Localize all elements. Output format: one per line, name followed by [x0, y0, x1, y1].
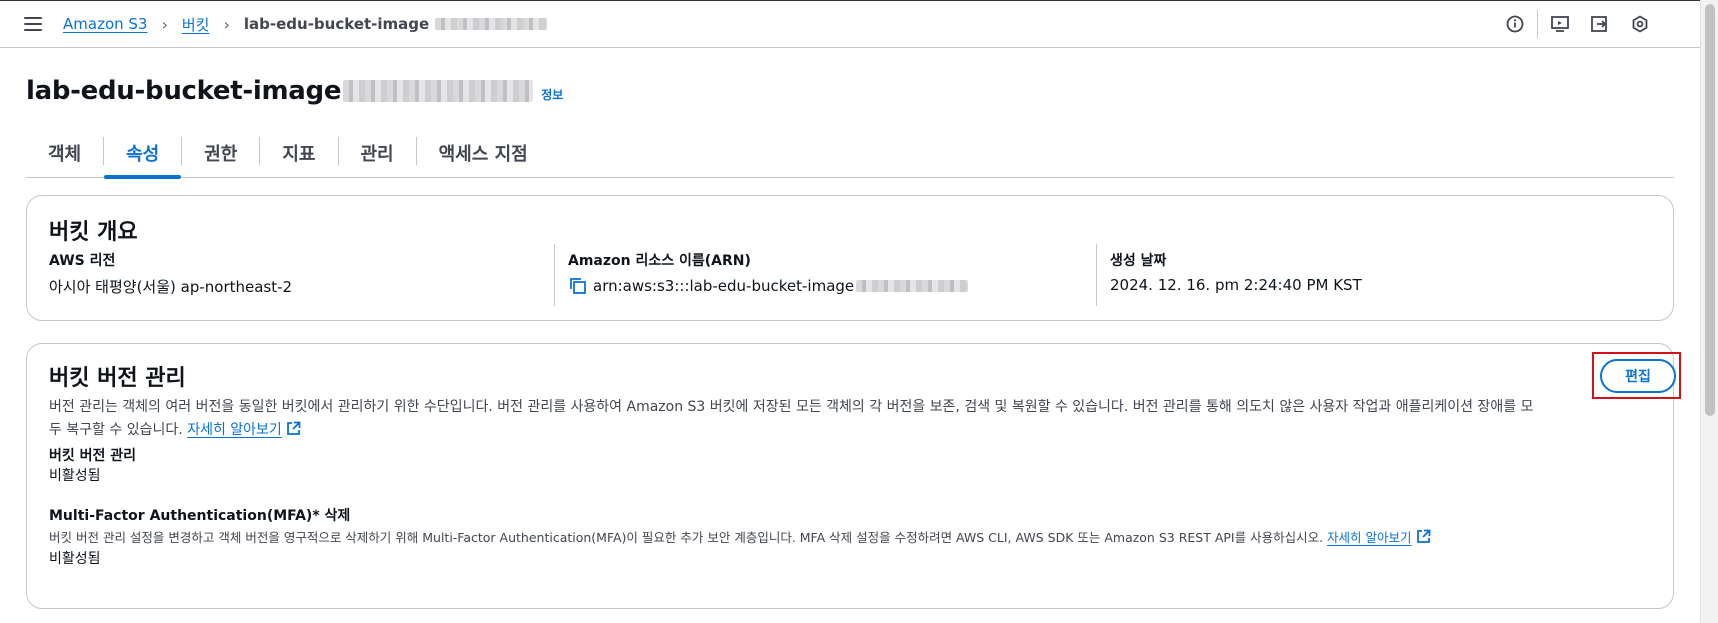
arn-value: arn:aws:s3:::lab-edu-bucket-image: [593, 277, 855, 295]
external-link-icon: [1416, 529, 1430, 543]
menu-icon[interactable]: [24, 17, 42, 31]
tab-bar: 객체 속성 권한 지표 관리 액세스 지점: [26, 130, 1674, 179]
external-link-icon: [286, 421, 301, 435]
breadcrumb-amazon-s3[interactable]: Amazon S3: [63, 15, 147, 33]
breadcrumb: Amazon S3 › 버킷 › lab-edu-bucket-image: [63, 0, 548, 48]
bucket-versioning-card: 버킷 버전 관리 편집 버전 관리는 객체의 여러 버전을 동일한 버킷에서 관…: [26, 343, 1681, 609]
info-icon[interactable]: [1495, 0, 1535, 48]
mfa-delete-description: 버킷 버전 관리 설정을 변경하고 객체 버전을 영구적으로 삭제하기 위해 M…: [49, 527, 1431, 546]
created-column: 생성 날짜 2024. 12. 16. pm 2:24:40 PM KST: [1110, 244, 1362, 306]
created-value: 2024. 12. 16. pm 2:24:40 PM KST: [1110, 276, 1362, 294]
region-value: 아시아 태평양(서울) ap-northeast-2: [49, 278, 293, 296]
redacted-text: [435, 18, 548, 30]
page-header: lab-edu-bucket-image 정보: [26, 76, 563, 106]
top-navigation-bar: Amazon S3 › 버킷 › lab-edu-bucket-image: [0, 0, 1700, 48]
tab-management[interactable]: 관리: [339, 130, 416, 178]
page-title: lab-edu-bucket-image: [26, 76, 342, 106]
versioning-status-value: 비활성됨: [49, 468, 101, 484]
column-divider: [1096, 244, 1097, 306]
mfa-learn-more-link[interactable]: 자세히 알아보기: [1327, 530, 1411, 545]
bucket-overview-title: 버킷 개요: [49, 220, 138, 245]
vertical-scrollbar[interactable]: [1700, 0, 1718, 623]
tab-objects[interactable]: 객체: [26, 130, 103, 178]
redacted-text: [856, 280, 969, 292]
mfa-delete-description-text: 버킷 버전 관리 설정을 변경하고 객체 버전을 영구적으로 삭제하기 위해 M…: [49, 530, 1324, 545]
created-label: 생성 날짜: [1110, 253, 1167, 269]
tab-permissions[interactable]: 권한: [182, 130, 259, 178]
tab-access-points[interactable]: 액세스 지점: [417, 130, 550, 178]
mfa-delete-label: Multi-Factor Authentication(MFA)* 삭제: [49, 508, 351, 524]
arn-label: Amazon 리소스 이름(ARN): [568, 253, 751, 269]
column-divider: [554, 244, 555, 306]
scrollbar-thumb[interactable]: [1705, 4, 1715, 416]
bucket-versioning-title: 버킷 버전 관리: [49, 366, 186, 391]
region-column: AWS 리전 아시아 태평양(서울) ap-northeast-2: [49, 244, 292, 306]
chevron-right-icon: ›: [161, 14, 168, 34]
redacted-text: [343, 80, 534, 102]
breadcrumb-buckets[interactable]: 버킷: [182, 14, 210, 35]
screen-share-icon[interactable]: [1540, 0, 1580, 48]
arn-value-row: arn:aws:s3:::lab-edu-bucket-image: [568, 276, 969, 296]
copy-icon[interactable]: [568, 276, 588, 296]
versioning-description-text: 버전 관리는 객체의 여러 버전을 동일한 버킷에서 관리하기 위한 수단입니다…: [49, 399, 1534, 415]
chevron-right-icon: ›: [223, 14, 230, 34]
versioning-status-label: 버킷 버전 관리: [49, 448, 137, 464]
settings-hex-icon[interactable]: [1620, 0, 1660, 48]
tab-properties[interactable]: 속성: [104, 130, 182, 179]
breadcrumb-current-bucket: lab-edu-bucket-image: [243, 15, 430, 33]
edit-button[interactable]: 편집: [1600, 359, 1676, 393]
toolbar-divider: [1537, 10, 1538, 38]
region-label: AWS 리전: [49, 253, 116, 269]
export-icon[interactable]: [1580, 0, 1620, 48]
arn-column: Amazon 리소스 이름(ARN) arn:aws:s3:::lab-edu-…: [568, 244, 969, 306]
versioning-description: 버전 관리는 객체의 여러 버전을 동일한 버킷에서 관리하기 위한 수단입니다…: [49, 396, 1659, 442]
bucket-overview-card: 버킷 개요 AWS 리전 아시아 태평양(서울) ap-northeast-2 …: [26, 195, 1674, 321]
learn-more-link[interactable]: 자세히 알아보기: [187, 422, 282, 438]
top-toolbar: [1495, 0, 1660, 48]
mfa-delete-value: 비활성됨: [49, 551, 101, 567]
info-link[interactable]: 정보: [541, 86, 563, 103]
versioning-description-text-2: 두 복구할 수 있습니다.: [49, 422, 183, 438]
tab-metrics[interactable]: 지표: [260, 130, 337, 178]
